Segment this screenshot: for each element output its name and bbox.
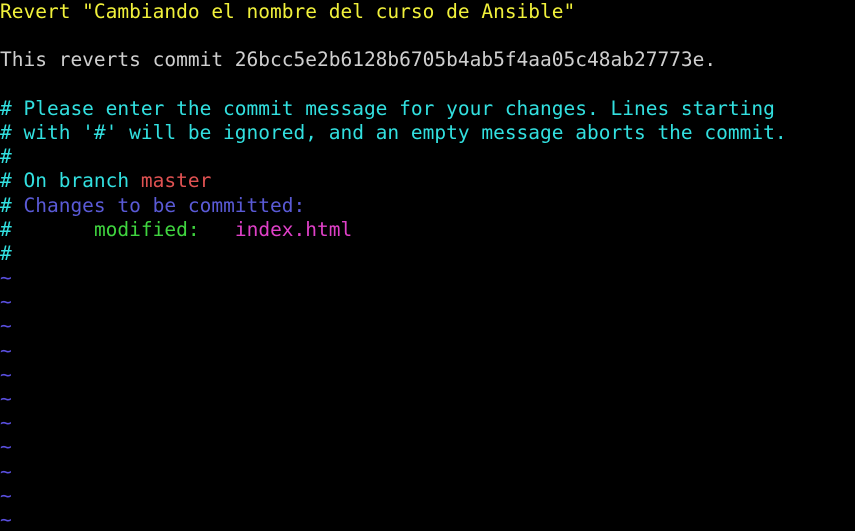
empty-buffer-line: ~ [0,508,855,531]
comment-modified-file-line-segment [12,218,94,241]
empty-buffer-line: ~ [0,290,855,314]
comment-modified-file-line: # modified: index.html [0,218,855,242]
comment-instruction-line-1-segment: # Please enter the commit message for yo… [0,96,775,120]
empty-buffer-line: ~ [0,314,855,338]
comment-changes-header-line: # Changes to be committed: [0,194,855,218]
comment-branch-line: # On branch master [0,169,855,193]
comment-modified-file-line-segment: modified: [93,217,200,241]
comment-modified-file-line-segment [200,218,235,241]
empty-buffer-line: ~ [0,339,855,363]
empty-buffer-line: ~ [0,266,855,290]
empty-buffer-line-segment: ~ [0,483,12,507]
empty-buffer-line-segment: ~ [0,411,12,435]
empty-buffer-line-segment: ~ [0,362,12,386]
empty-buffer-line-segment: ~ [0,338,12,362]
empty-buffer-line: ~ [0,387,855,411]
comment-instruction-line-2: # with '#' will be ignored, and an empty… [0,121,855,145]
comment-changes-header-line-segment: # [0,193,24,217]
comment-empty-line: # [0,145,855,169]
commit-subject-line-segment: Revert "Cambiando el nombre del curso de… [0,0,576,23]
empty-buffer-line-segment: ~ [0,387,12,410]
terminal-screen[interactable]: Revert "Cambiando el nombre del curso de… [0,0,855,531]
comment-empty-line-segment: # [0,241,12,265]
empty-buffer-line: ~ [0,435,855,459]
comment-branch-line-segment: # On branch [0,169,141,193]
empty-buffer-line-segment: ~ [0,290,12,314]
empty-buffer-line-segment: ~ [0,435,12,459]
empty-buffer-line: ~ [0,460,855,484]
comment-modified-file-line-segment: # [0,217,12,241]
comment-instruction-line-2-segment: # with '#' will be ignored, and an empty… [0,120,787,144]
comment-changes-header-line-segment: Changes to be committed: [23,193,306,217]
comment-empty-line-segment: # [0,145,12,169]
empty-buffer-line: ~ [0,484,855,508]
empty-buffer-line-segment: ~ [0,459,12,483]
comment-instruction-line-1: # Please enter the commit message for yo… [0,97,855,121]
comment-modified-file-line-segment: index.html [234,217,353,241]
comment-branch-line-segment: master [140,169,212,193]
commit-subject-line: Revert "Cambiando el nombre del curso de… [0,0,855,24]
empty-buffer-line-segment: ~ [0,507,12,531]
empty-buffer-line-segment: ~ [0,314,12,338]
empty-buffer-line-segment: ~ [0,266,12,290]
empty-buffer-line: ~ [0,363,855,387]
empty-buffer-line: ~ [0,411,855,435]
comment-empty-line: # [0,242,855,266]
commit-body-line-segment: This reverts commit 26bcc5e2b6128b6705b4… [0,48,717,72]
commit-body-line: This reverts commit 26bcc5e2b6128b6705b4… [0,48,855,72]
